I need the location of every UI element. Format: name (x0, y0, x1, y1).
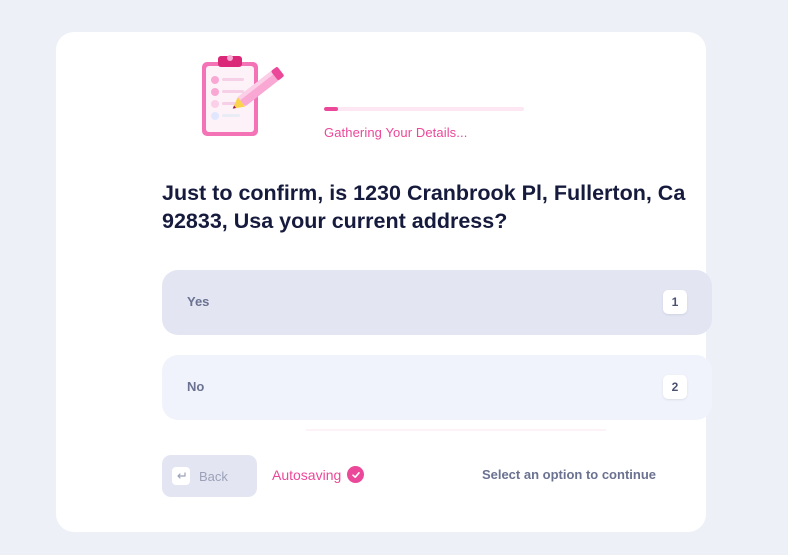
option-no-shortcut: 2 (663, 375, 687, 399)
option-no[interactable]: No 2 (162, 355, 712, 420)
option-yes-label: Yes (187, 294, 210, 309)
option-no-label: No (187, 379, 205, 394)
continue-hint: Select an option to continue (481, 467, 656, 482)
return-key-icon (172, 467, 190, 485)
option-yes-shortcut: 1 (663, 290, 687, 314)
autosave-label: Autosaving (272, 466, 342, 483)
progress-label: Gathering Your Details... (324, 125, 468, 140)
progress-bar (324, 107, 524, 111)
autosave-status: Autosaving (272, 466, 365, 483)
progress-bar-fill (324, 107, 338, 111)
question-text: Just to confirm, is 1230 Cranbrook Pl, F… (162, 181, 686, 233)
back-button[interactable]: Back (162, 455, 257, 497)
check-circle-icon (347, 466, 365, 483)
form-card: Gathering Your Details... Just to confir… (56, 32, 712, 532)
divider (306, 429, 606, 431)
back-button-label: Back (199, 468, 228, 484)
option-yes[interactable]: Yes 1 (162, 270, 712, 335)
clipboard-pencil-icon (196, 52, 292, 152)
